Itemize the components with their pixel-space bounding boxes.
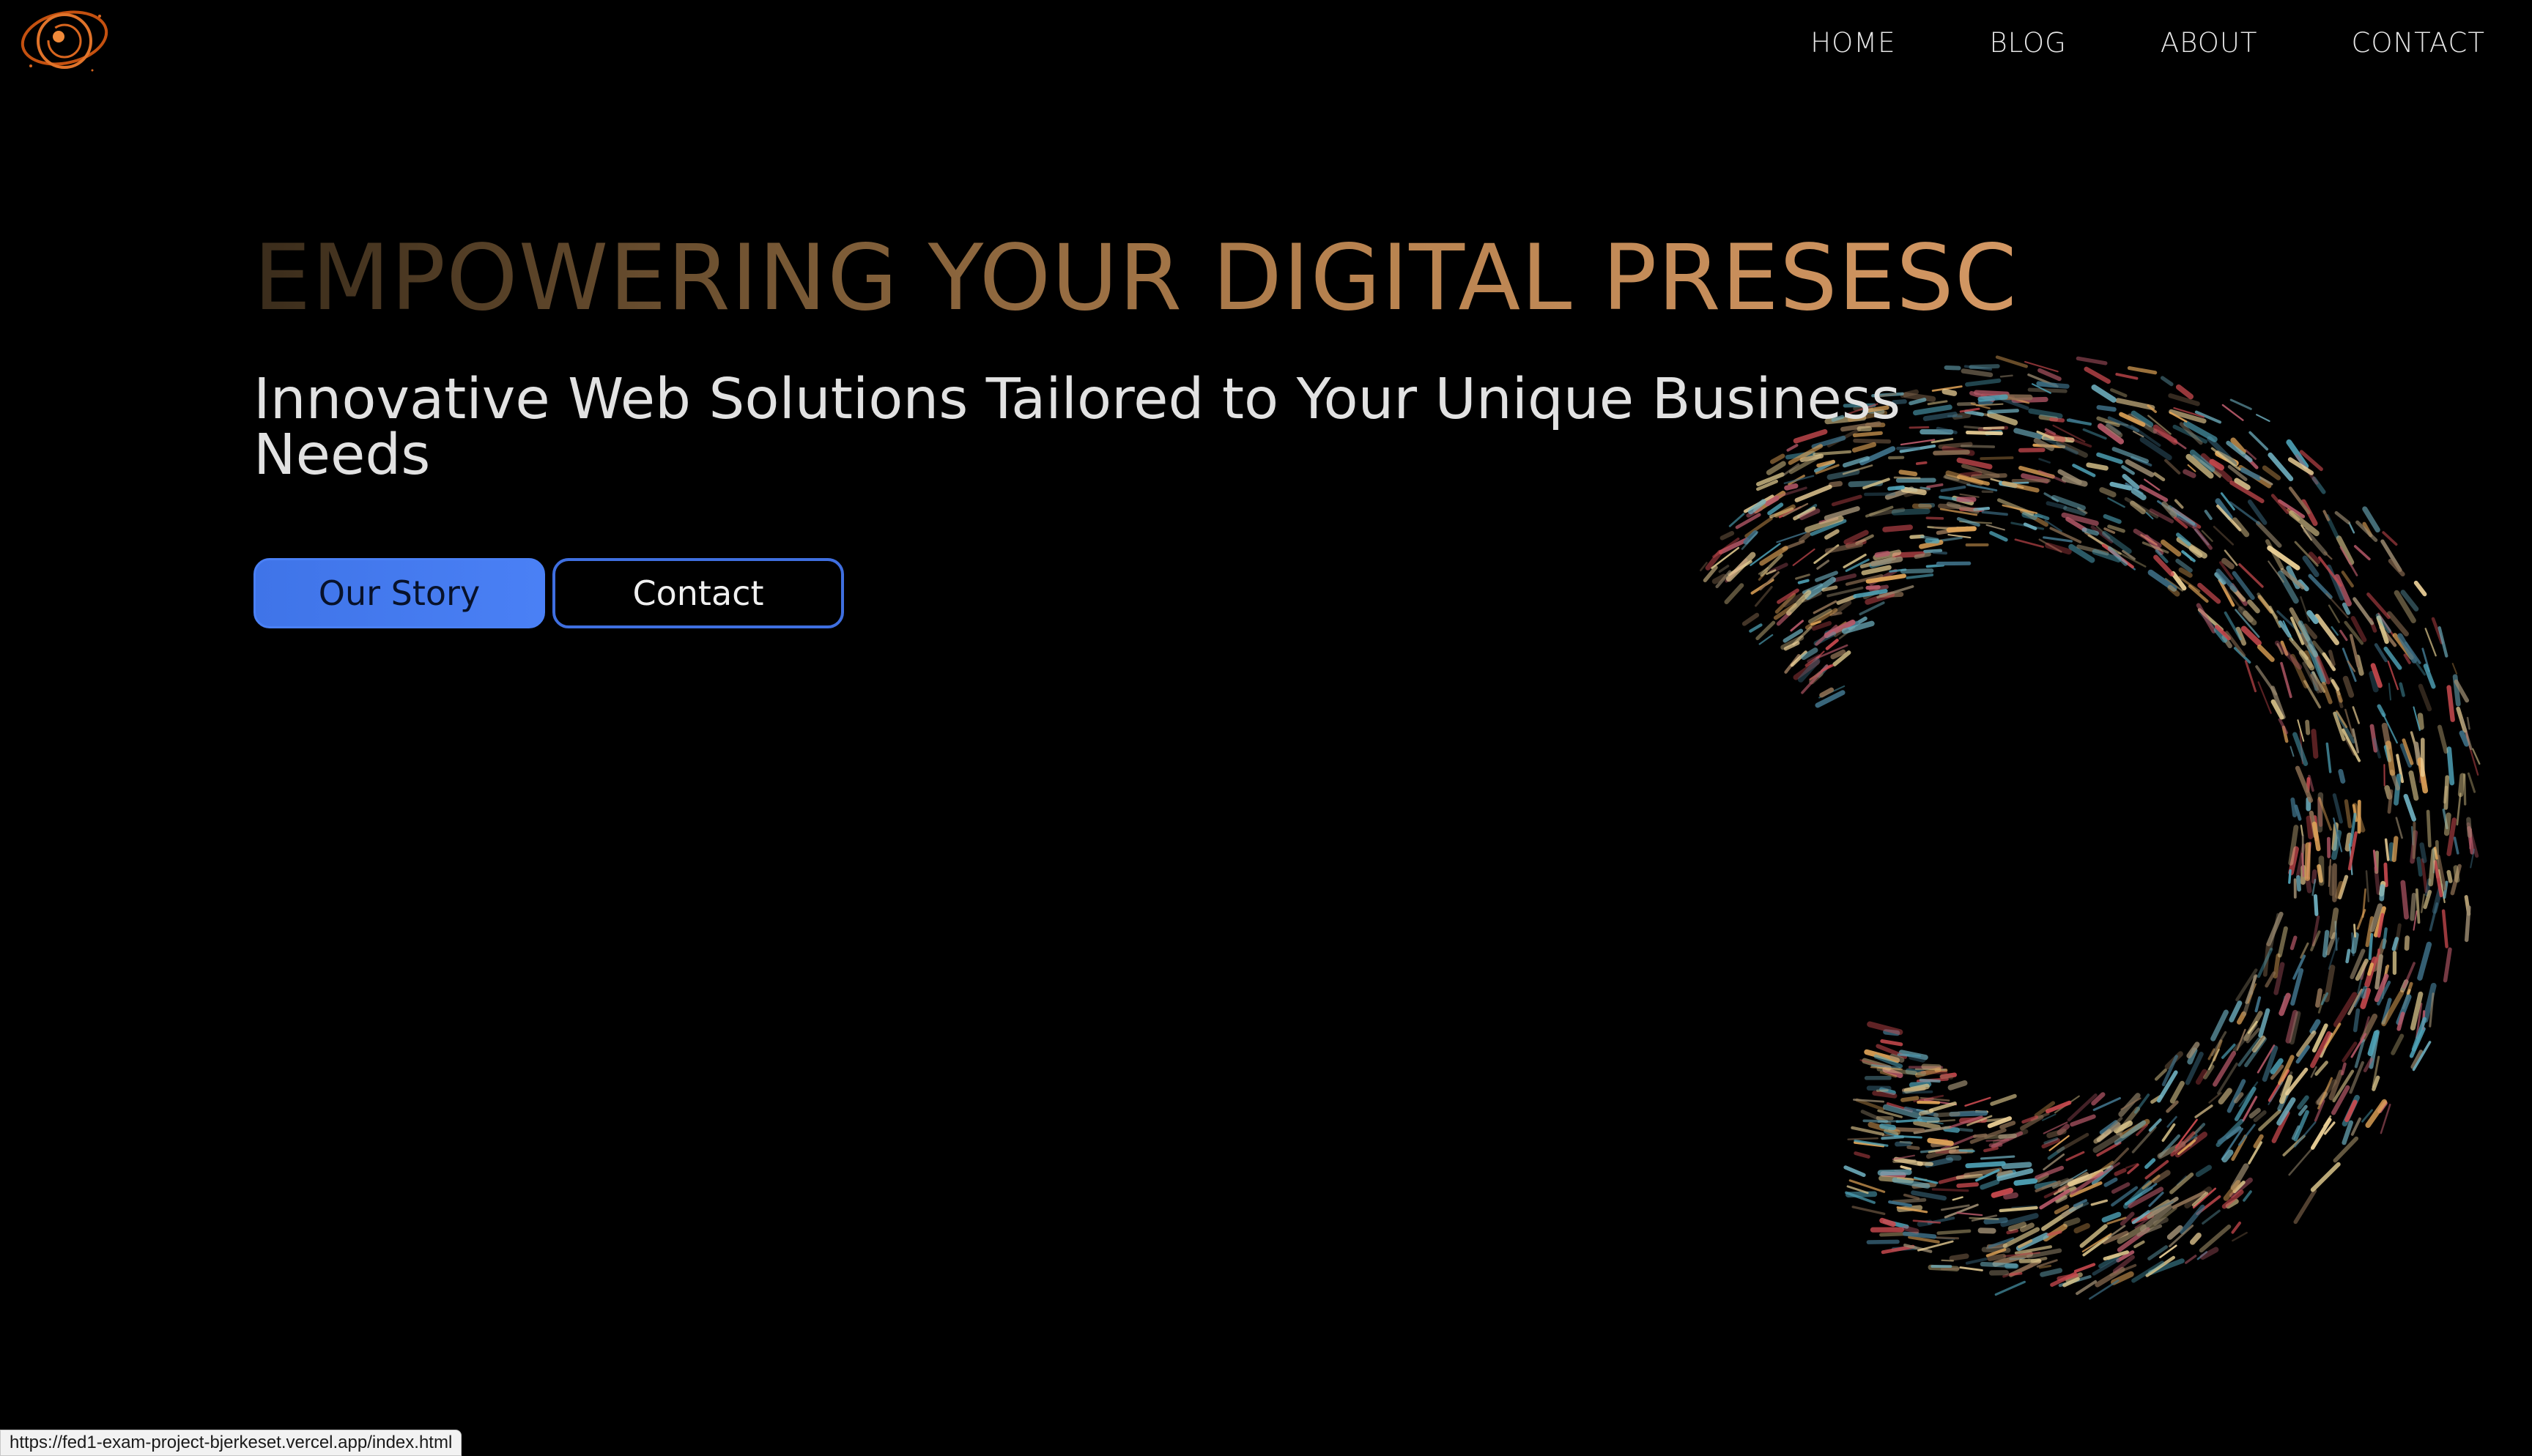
hero-buttons: Our Story Contact [253,558,2012,628]
nav-contact[interactable]: CONTACT [2352,27,2485,59]
nav-blog[interactable]: BLOG [1990,27,2067,59]
hero-section: EMPOWERING YOUR DIGITAL PRESESCE Innovat… [253,220,2076,628]
nav-about[interactable]: ABOUT [2161,27,2258,59]
main-nav: HOME BLOG ABOUT CONTACT [1810,23,2485,62]
hero-subtitle: Innovative Web Solutions Tailored to You… [253,367,1901,488]
hero-title: EMPOWERING YOUR DIGITAL PRESESCE [253,220,2076,337]
contact-button[interactable]: Contact [552,558,844,628]
orbit-logo-icon [21,10,108,72]
nav-home[interactable]: HOME [1810,27,1895,59]
site-logo[interactable] [12,0,114,85]
browser-status-url: https://fed1-exam-project-bjerkeset.verc… [0,1430,462,1456]
our-story-button[interactable]: Our Story [253,558,545,628]
